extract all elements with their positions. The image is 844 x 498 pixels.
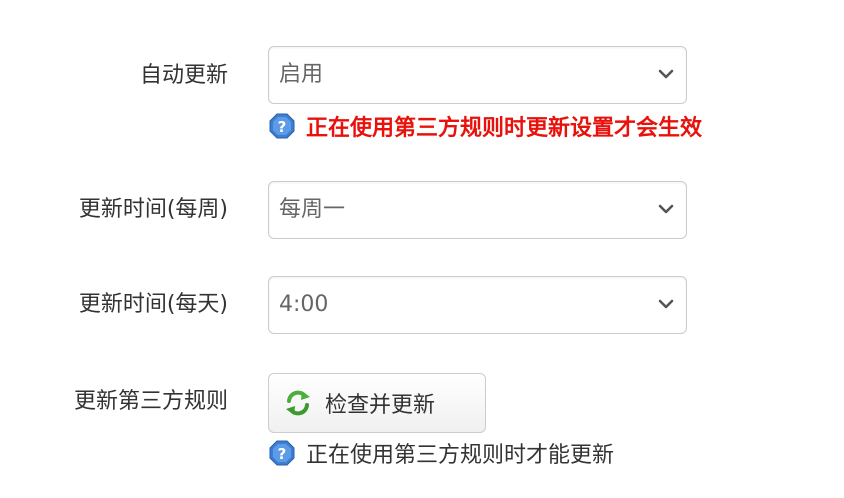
chevron-down-icon xyxy=(658,299,674,309)
update-third-party-hint-text: 正在使用第三方规则时才能更新 xyxy=(306,443,615,468)
check-and-update-button[interactable]: 检查并更新 xyxy=(268,373,486,433)
update-weekly-select[interactable]: 每周一 xyxy=(268,181,687,239)
auto-update-label: 自动更新 xyxy=(139,63,228,88)
svg-text:?: ? xyxy=(278,118,287,136)
update-third-party-label: 更新第三方规则 xyxy=(73,389,228,414)
update-daily-select[interactable]: 4:00 xyxy=(268,276,687,334)
chevron-down-icon xyxy=(658,204,674,214)
update-daily-label: 更新时间(每天) xyxy=(78,292,228,317)
check-and-update-label: 检查并更新 xyxy=(325,393,436,418)
update-weekly-label: 更新时间(每周) xyxy=(78,197,228,222)
update-daily-value: 4:00 xyxy=(279,292,329,317)
auto-update-hint-text: 正在使用第三方规则时更新设置才会生效 xyxy=(306,116,703,141)
update-weekly-value: 每周一 xyxy=(279,197,346,222)
svg-text:?: ? xyxy=(278,445,287,463)
question-icon: ? xyxy=(269,440,295,466)
chevron-down-icon xyxy=(658,69,674,79)
auto-update-value: 启用 xyxy=(279,62,324,87)
auto-update-select[interactable]: 启用 xyxy=(268,46,687,104)
refresh-icon xyxy=(286,390,310,416)
update-third-party-hint: ? 正在使用第三方规则时才能更新 xyxy=(268,438,614,468)
question-icon: ? xyxy=(269,113,295,139)
auto-update-hint: ? 正在使用第三方规则时更新设置才会生效 xyxy=(268,111,702,141)
